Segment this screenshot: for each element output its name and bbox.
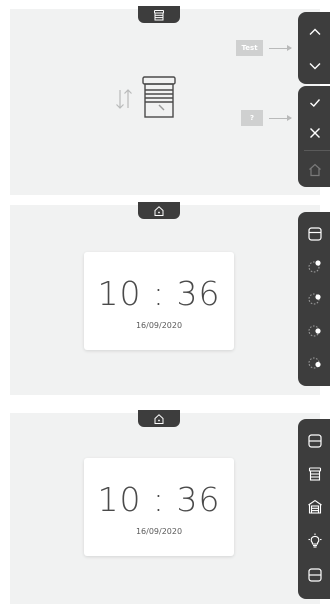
top-tab-blind[interactable]: [138, 6, 180, 23]
blind-button-2[interactable]: [298, 558, 330, 592]
light-button[interactable]: [298, 524, 330, 558]
clock-time: 10 : 36: [97, 274, 221, 313]
navigation-bar: [298, 12, 330, 84]
roller-shutter-button[interactable]: [298, 457, 330, 491]
chevron-up-icon: [308, 25, 322, 39]
timer-button-3[interactable]: [298, 313, 330, 347]
up-button[interactable]: [298, 15, 330, 49]
blind-icon: [153, 9, 165, 21]
confirm-button[interactable]: [298, 86, 330, 120]
device-bar: [298, 419, 330, 599]
blind-button[interactable]: [298, 217, 330, 251]
light-bulb-icon: [307, 533, 323, 549]
up-down-arrows-icon: [114, 87, 134, 115]
blind-icon: [307, 226, 323, 242]
test-label: Test: [236, 40, 263, 56]
device-bar: [298, 212, 330, 386]
action-bar: [298, 86, 330, 187]
home-icon: [153, 205, 165, 217]
home-icon: [307, 162, 323, 178]
blind-button-1[interactable]: [298, 424, 330, 458]
timer-icon: [307, 322, 323, 338]
clock-date: 16/09/2020: [135, 527, 183, 536]
home-icon: [153, 413, 165, 425]
clock-card: 10 : 36 16/09/2020: [84, 458, 234, 556]
blind-window-icon: [140, 75, 178, 123]
roller-shutter-icon: [307, 466, 323, 482]
question-arrow: [269, 115, 292, 121]
timer-icon: [307, 258, 323, 274]
garage-icon: [307, 499, 323, 515]
top-tab-home[interactable]: [138, 202, 180, 219]
garage-button[interactable]: [298, 490, 330, 524]
timer-button-4[interactable]: [298, 345, 330, 379]
chevron-down-icon: [308, 59, 322, 73]
blind-icon: [307, 567, 323, 583]
test-screen-panel: Test ?: [10, 6, 330, 195]
timer-button-1[interactable]: [298, 249, 330, 283]
close-icon: [308, 126, 322, 140]
blind-icon: [307, 433, 323, 449]
top-tab-home[interactable]: [138, 410, 180, 427]
timer-button-2[interactable]: [298, 281, 330, 315]
clock-screen-timers: 10 : 36 16/09/2020: [10, 202, 330, 395]
home-button[interactable]: [298, 153, 330, 187]
check-icon: [308, 96, 322, 110]
timer-icon: [307, 354, 323, 370]
test-arrow: [269, 45, 292, 51]
down-button[interactable]: [298, 49, 330, 83]
divider: [304, 150, 330, 151]
timer-icon: [307, 290, 323, 306]
clock-card: 10 : 36 16/09/2020: [84, 252, 234, 350]
clock-screen-devices: 10 : 36 16/09/2020: [10, 410, 330, 604]
question-label: ?: [241, 110, 263, 126]
clock-time: 10 : 36: [97, 480, 221, 519]
cancel-button[interactable]: [298, 116, 330, 150]
clock-date: 16/09/2020: [135, 321, 183, 330]
